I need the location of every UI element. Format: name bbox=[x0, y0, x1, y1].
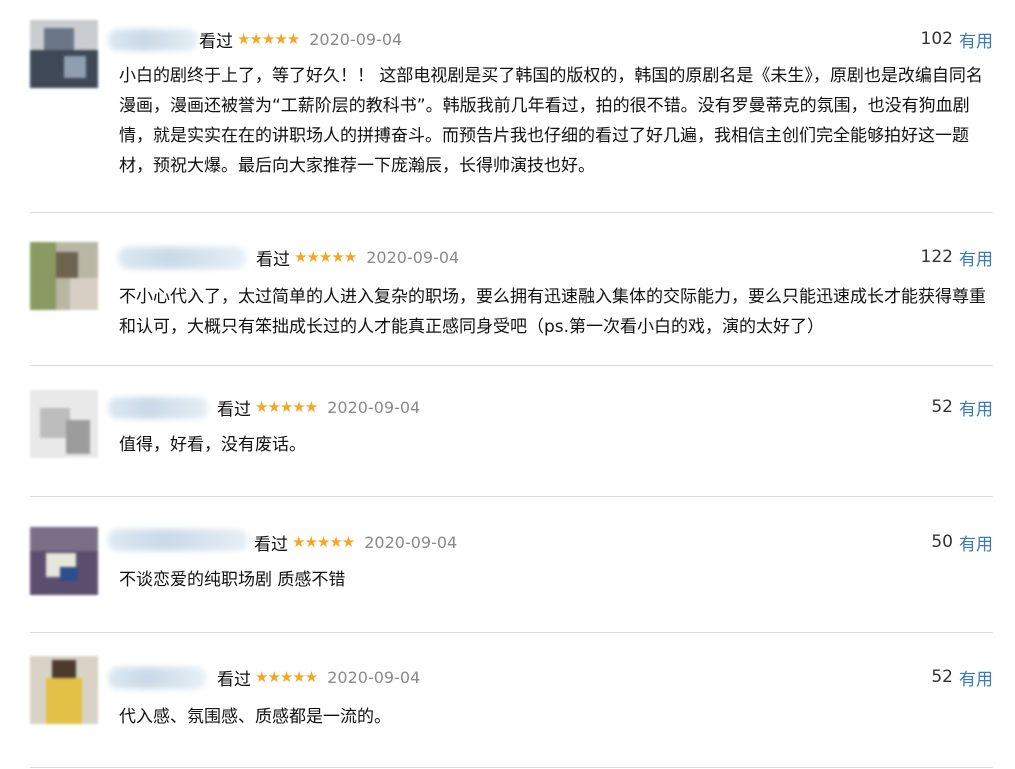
divider bbox=[30, 365, 993, 366]
rating-stars-icon: ★★★★★ bbox=[237, 30, 300, 48]
review-date: 2020-09-04 bbox=[366, 247, 460, 267]
watched-status: 看过 bbox=[254, 534, 288, 555]
avatar[interactable] bbox=[30, 242, 98, 310]
useful-vote: 52 有用 bbox=[931, 395, 993, 420]
username[interactable] bbox=[118, 247, 246, 269]
review-meta: 看过 ★★★★★ 2020-09-04 bbox=[217, 396, 421, 420]
username[interactable] bbox=[108, 667, 206, 689]
avatar[interactable] bbox=[30, 20, 98, 88]
review-date: 2020-09-04 bbox=[309, 29, 403, 49]
useful-count: 102 bbox=[920, 29, 953, 49]
review-content: 不谈恋爱的纯职场剧 质感不错 bbox=[119, 570, 346, 590]
watched-status: 看过 bbox=[199, 31, 233, 52]
useful-count: 52 bbox=[931, 667, 953, 687]
username[interactable] bbox=[108, 397, 208, 419]
rating-stars-icon: ★★★★★ bbox=[255, 668, 318, 686]
review-content: 值得，好看，没有废话。 bbox=[119, 435, 306, 455]
avatar[interactable] bbox=[30, 390, 98, 458]
watched-status: 看过 bbox=[217, 399, 251, 420]
review-meta: 看过 ★★★★★ 2020-09-04 bbox=[256, 246, 460, 270]
review-date: 2020-09-04 bbox=[327, 397, 421, 417]
review-content: 代入感、氛围感、质感都是一流的。 bbox=[119, 707, 391, 727]
username[interactable] bbox=[108, 29, 198, 51]
useful-count: 52 bbox=[931, 397, 953, 417]
review-meta: 看过 ★★★★★ 2020-09-04 bbox=[254, 531, 458, 555]
useful-button[interactable]: 有用 bbox=[959, 395, 993, 420]
avatar[interactable] bbox=[30, 656, 98, 724]
useful-button[interactable]: 有用 bbox=[959, 245, 993, 270]
useful-button[interactable]: 有用 bbox=[959, 530, 993, 555]
review-meta: 看过 ★★★★★ 2020-09-04 bbox=[199, 28, 403, 52]
review-content: 不小心代入了，太过简单的人进入复杂的职场，要么拥有迅速融入集体的交际能力，要么只… bbox=[119, 287, 986, 337]
divider bbox=[30, 212, 993, 213]
useful-vote: 102 有用 bbox=[920, 27, 993, 52]
rating-stars-icon: ★★★★★ bbox=[255, 398, 318, 416]
rating-stars-icon: ★★★★★ bbox=[292, 533, 355, 551]
rating-stars-icon: ★★★★★ bbox=[294, 248, 357, 266]
divider bbox=[30, 767, 993, 768]
avatar[interactable] bbox=[30, 527, 98, 595]
review-date: 2020-09-04 bbox=[364, 532, 458, 552]
useful-vote: 52 有用 bbox=[931, 665, 993, 690]
username[interactable] bbox=[108, 529, 248, 551]
useful-vote: 50 有用 bbox=[931, 530, 993, 555]
useful-count: 122 bbox=[920, 247, 953, 267]
watched-status: 看过 bbox=[256, 249, 290, 270]
watched-status: 看过 bbox=[217, 669, 251, 690]
divider bbox=[30, 632, 993, 633]
useful-vote: 122 有用 bbox=[920, 245, 993, 270]
review-date: 2020-09-04 bbox=[327, 667, 421, 687]
useful-count: 50 bbox=[931, 532, 953, 552]
useful-button[interactable]: 有用 bbox=[959, 27, 993, 52]
divider bbox=[30, 496, 993, 497]
useful-button[interactable]: 有用 bbox=[959, 665, 993, 690]
review-meta: 看过 ★★★★★ 2020-09-04 bbox=[217, 666, 421, 690]
review-content: 小白的剧终于上了，等了好久！！ 这部电视剧是买了韩国的版权的，韩国的原剧名是《未… bbox=[119, 66, 983, 176]
